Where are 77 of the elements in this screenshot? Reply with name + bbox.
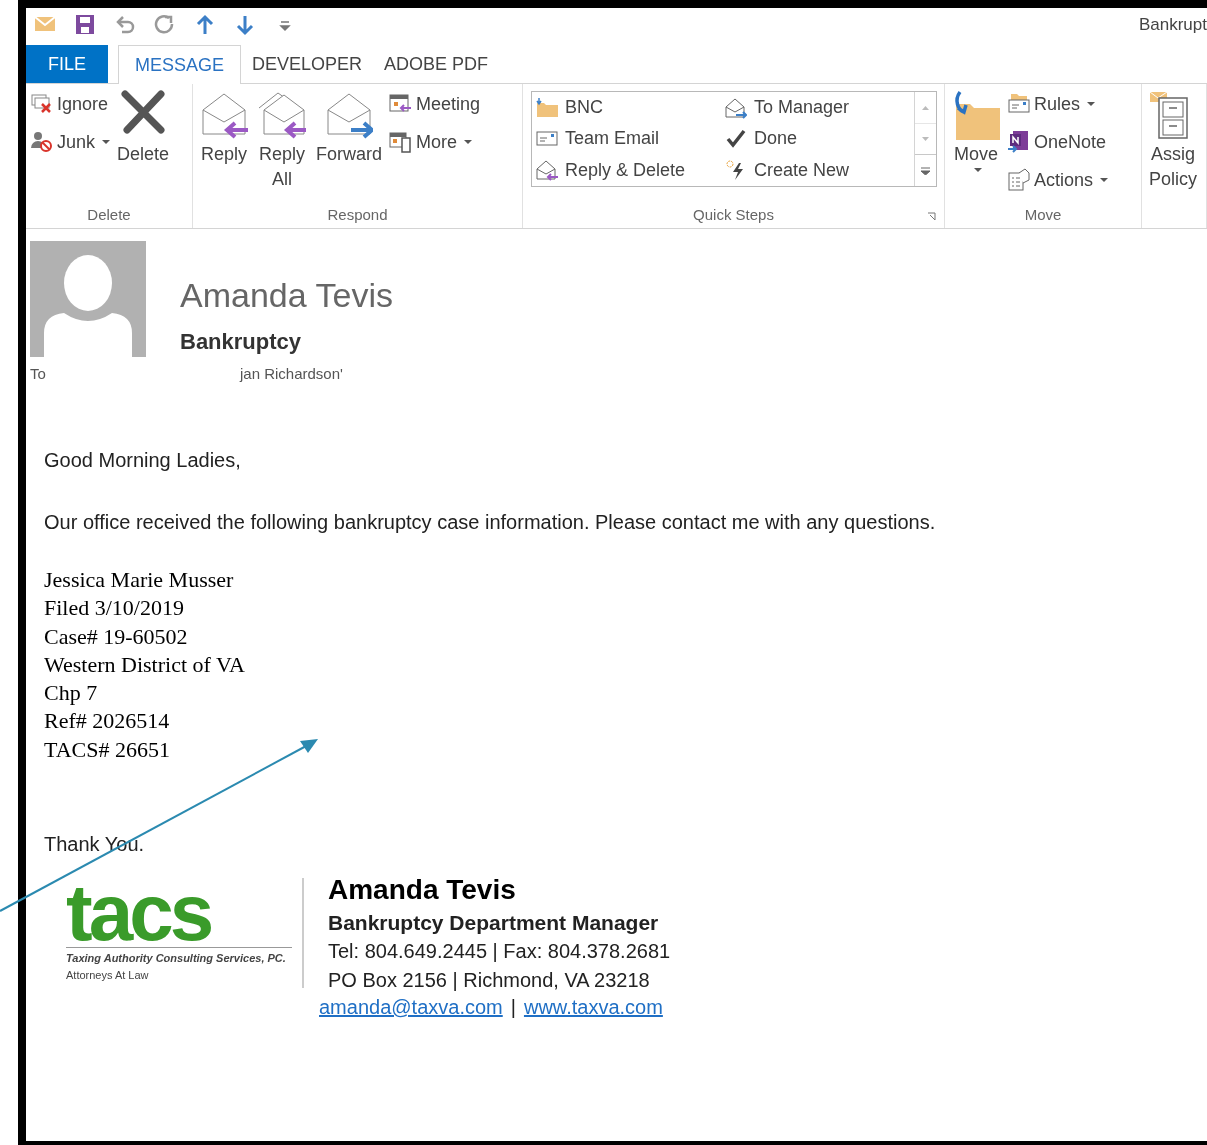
message-paragraph: Our office received the following bankruptcy case information. Please contact me with any questions. [44, 510, 937, 535]
quick-step[interactable]: BNC [536, 92, 725, 123]
sender-name: Amanda Tevis [180, 275, 393, 315]
to-label: To [30, 363, 47, 384]
reply-all-icon [258, 90, 306, 140]
group-label: Delete [87, 204, 131, 225]
ribbon-button[interactable]: Assig Policy [1144, 90, 1202, 192]
detail-line: TACS# 26651 [44, 735, 171, 764]
caret-icon [1100, 177, 1109, 183]
signature-address: PO Box 2156 | Richmond, VA 23218 [328, 968, 651, 994]
detail-line: Chp 7 [44, 679, 99, 708]
dialog-launcher-icon [927, 212, 936, 221]
ribbon-button[interactable]: Delete [112, 90, 175, 167]
ribbon-button[interactable]: Reply All [253, 90, 311, 192]
quick-step[interactable]: To Manager [725, 92, 914, 123]
group-label: Respond [327, 204, 388, 225]
down-icon [922, 136, 929, 142]
recipient-name: jan Richardson' [240, 363, 343, 384]
caret-icon [974, 167, 982, 173]
logo-tagline: Taxing Authority Consulting Services, PC. [66, 951, 287, 967]
ribbon-button[interactable]: More [389, 128, 481, 156]
quick-step[interactable]: Reply & Delete [536, 154, 725, 186]
up-icon [922, 105, 929, 110]
ribbon-button[interactable]: Forward [311, 90, 387, 167]
forward-envelope-icon [725, 96, 747, 119]
expand-icon [921, 166, 930, 175]
detail-line: Case# 19-60502 [44, 622, 189, 651]
signature-phone: Tel: 804.649.2445 | Fax: 804.378.2681 [328, 939, 671, 965]
ribbon-button[interactable]: Move [947, 90, 1005, 173]
ribbon-button[interactable]: OneNote [1007, 128, 1109, 156]
ribbon-button[interactable]: Meeting [389, 90, 481, 118]
ribbon-tab[interactable]: MESSAGE [118, 45, 242, 84]
avatar-icon [30, 241, 146, 357]
email-link[interactable]: amanda@taxva.com [319, 995, 503, 1020]
junk-icon [30, 130, 54, 154]
reply-envelope-icon [536, 159, 558, 182]
file-tab[interactable]: FILE [26, 45, 108, 83]
ribbon-tab[interactable]: ADOBE PDF [374, 45, 499, 83]
quick-step[interactable]: Team Email [536, 123, 725, 155]
ribbon-button[interactable]: Rules [1007, 90, 1109, 118]
actions-icon [1007, 168, 1031, 192]
undo-icon [114, 14, 136, 36]
window-title: Bankrupt [1138, 14, 1207, 37]
logo-wordmark: tacs [66, 883, 292, 949]
greeting: Good Morning Ladies, [44, 448, 242, 473]
caret-icon [1087, 101, 1096, 107]
detail-line: Jessica Marie Musser [44, 566, 235, 594]
down-arrow-icon [234, 14, 256, 36]
link-separator: | [510, 995, 516, 1020]
detail-line: Filed 3/10/2019 [44, 594, 185, 623]
ribbon-tab[interactable]: DEVELOPER [242, 45, 373, 83]
signature-title: Bankruptcy Department Manager [328, 910, 660, 937]
signature-name: Amanda Tevis [328, 873, 517, 908]
save-icon [74, 14, 96, 36]
folder-icon [536, 96, 558, 119]
group-label: Quick Steps [693, 204, 774, 225]
website-link[interactable]: www.taxva.com [523, 995, 663, 1020]
caret-icon [464, 139, 473, 145]
ribbon-button[interactable]: Ignore [30, 90, 111, 118]
rules-icon [1007, 92, 1031, 116]
quick-step[interactable]: Create New [725, 154, 914, 186]
ribbon-button[interactable]: Actions [1007, 166, 1109, 194]
quick-step[interactable]: Done [725, 123, 914, 155]
checkmark-icon [725, 127, 747, 150]
caret-icon [102, 139, 111, 145]
detail-line: Ref# 2026514 [44, 707, 171, 736]
redo-icon [154, 14, 176, 36]
more-icon [389, 130, 413, 154]
detail-line: Western District of VA [44, 650, 246, 679]
ribbon-button[interactable]: Reply [195, 90, 253, 167]
up-arrow-icon [194, 14, 216, 36]
logo-subline: Attorneys At Law [66, 967, 150, 983]
message-subject: Bankruptcy [180, 328, 303, 356]
ribbon-button[interactable]: Junk [30, 128, 111, 156]
onenote-icon [1007, 130, 1031, 154]
move-folder-icon [952, 90, 1000, 140]
group-label: Move [1024, 204, 1062, 225]
